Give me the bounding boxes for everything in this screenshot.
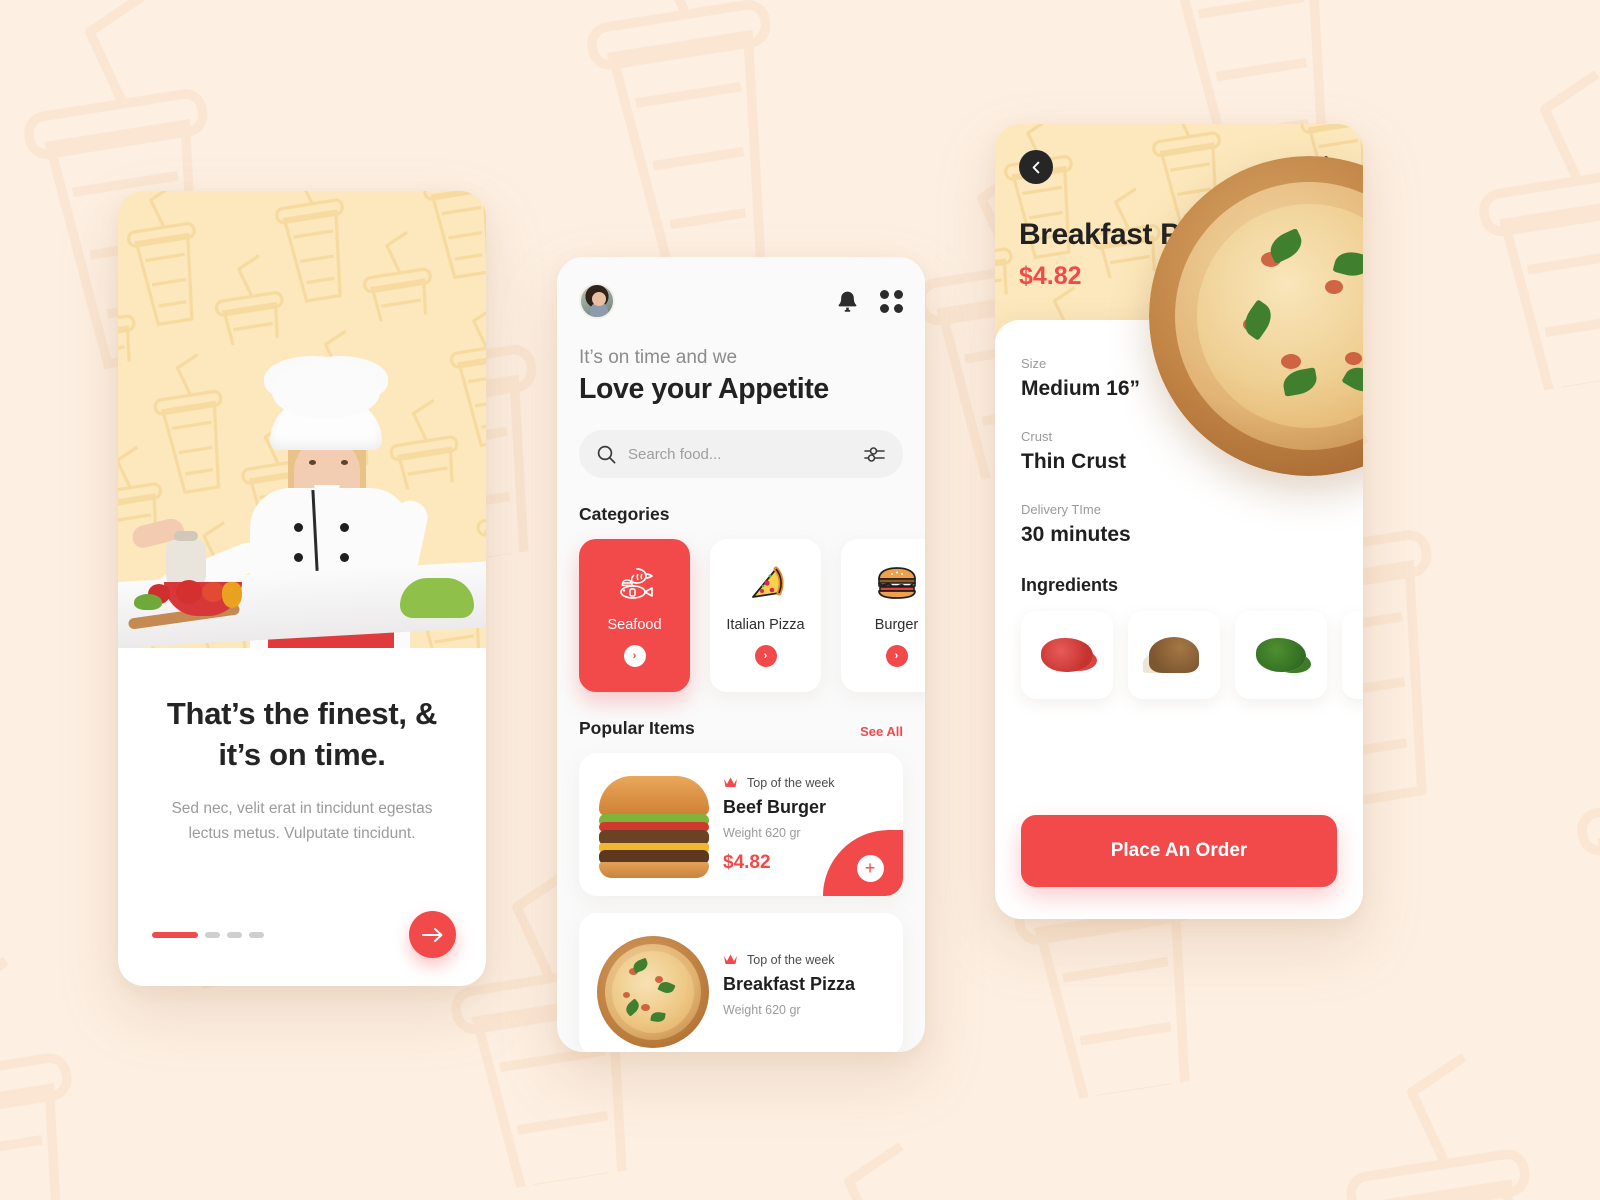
category-go-button[interactable]: › xyxy=(885,645,908,667)
onboarding-title: That’s the finest, & it’s on time. xyxy=(166,696,438,772)
back-button[interactable] xyxy=(1019,150,1053,184)
category-card-burger[interactable]: Burger › xyxy=(841,539,925,692)
popular-items-list: Top of the week Beef Burger Weight 620 g… xyxy=(579,753,903,1052)
onboarding-hero xyxy=(118,191,486,648)
pagination-dot-3[interactable] xyxy=(227,931,242,938)
category-card-seafood[interactable]: Seafood › xyxy=(579,539,690,692)
plus-icon: + xyxy=(856,854,884,882)
item-name: Breakfast Pizza xyxy=(723,973,856,994)
categories-title: Categories xyxy=(579,504,670,524)
ingredient-green-peppers[interactable] xyxy=(1235,611,1327,699)
place-order-button[interactable]: Place An Order xyxy=(1021,815,1337,887)
pizza-slice-icon xyxy=(746,563,786,603)
arrow-right-icon xyxy=(421,927,442,942)
sliders-filter-icon[interactable] xyxy=(864,445,885,463)
beef-burger-photo xyxy=(593,770,715,880)
popular-item-card[interactable]: Top of the week Beef Burger Weight 620 g… xyxy=(579,753,903,896)
search-icon xyxy=(597,445,616,463)
ingredients-title: Ingredients xyxy=(1021,575,1119,595)
category-label: Burger xyxy=(874,617,919,633)
avatar[interactable] xyxy=(579,283,615,319)
spec-delivery-time: Delivery TIme 30 minutes xyxy=(1021,502,1337,547)
home-header xyxy=(579,283,903,319)
item-weight: Weight 620 gr xyxy=(723,1002,801,1017)
ingredients-list xyxy=(1021,611,1363,699)
onboarding-screen: That’s the finest, & it’s on time. Sed n… xyxy=(118,191,486,986)
chevron-left-icon xyxy=(1032,161,1039,173)
onboarding-subtitle: Sed nec, velit erat in tincidunt egestas… xyxy=(171,799,433,842)
breakfast-pizza-photo xyxy=(593,930,715,1048)
categories-list: Seafood › Italian Pizza › Burger › xyxy=(579,539,925,692)
popular-items-title: Popular Items xyxy=(579,718,695,738)
crown-icon xyxy=(724,777,737,787)
bell-icon xyxy=(838,291,857,312)
burger-icon xyxy=(876,563,918,603)
item-name: Beef Burger xyxy=(723,796,827,817)
search-input[interactable] xyxy=(628,445,852,463)
category-label: Seafood xyxy=(607,617,662,633)
category-go-button[interactable]: › xyxy=(623,645,646,667)
home-screen: It’s on time and we Love your Appetite C… xyxy=(557,257,925,1052)
menu-button[interactable] xyxy=(880,289,903,313)
product-detail-screen: Breakfast Pizza $4.82 Size Medium 16” Cr… xyxy=(995,124,1363,919)
spec-value: 30 minutes xyxy=(1021,523,1131,546)
pagination-dot-2[interactable] xyxy=(205,931,220,938)
ingredient-mushrooms[interactable] xyxy=(1128,611,1220,699)
home-headline: Love your Appetite xyxy=(579,373,829,405)
notification-button[interactable] xyxy=(837,290,858,313)
category-card-italian-pizza[interactable]: Italian Pizza › xyxy=(710,539,821,692)
pagination-dot-1[interactable] xyxy=(152,931,198,938)
search-bar[interactable] xyxy=(579,430,903,478)
category-go-button[interactable]: › xyxy=(754,645,777,667)
ingredient-beef-slices[interactable] xyxy=(1021,611,1113,699)
popular-item-card[interactable]: Top of the week Breakfast Pizza Weight 6… xyxy=(579,913,903,1052)
shrimp-fish-icon xyxy=(613,563,657,603)
next-button[interactable] xyxy=(409,911,456,958)
pagination-dots[interactable] xyxy=(152,931,264,938)
chef-illustration xyxy=(118,318,486,648)
see-all-link[interactable]: See All xyxy=(860,724,903,739)
grid-menu-icon xyxy=(880,289,903,313)
pagination-dot-4[interactable] xyxy=(249,931,264,938)
item-badge: Top of the week xyxy=(747,952,835,967)
ingredient-cheese[interactable] xyxy=(1342,611,1363,699)
crown-icon xyxy=(724,954,737,964)
spec-label: Delivery TIme xyxy=(1021,502,1101,517)
home-kicker: It’s on time and we xyxy=(579,347,738,368)
category-label: Italian Pizza xyxy=(726,617,805,633)
item-badge: Top of the week xyxy=(747,775,835,790)
